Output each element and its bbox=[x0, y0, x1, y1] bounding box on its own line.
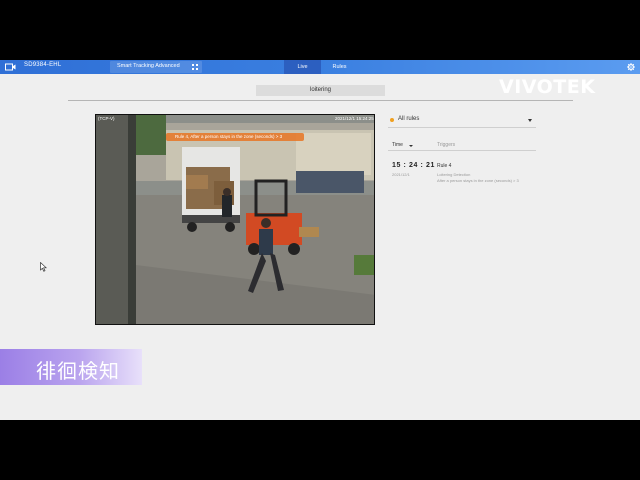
grid-icon bbox=[192, 64, 198, 70]
rule-filter-label: All rules bbox=[398, 116, 420, 122]
tab-rules[interactable]: Rules bbox=[321, 60, 358, 74]
caption-text: 徘徊検知 bbox=[36, 359, 120, 383]
video-timestamp: 2021/12/1 15:24:25 bbox=[335, 116, 374, 121]
event-time: 15 : 24 : 21 bbox=[392, 162, 435, 169]
section-divider bbox=[68, 100, 573, 101]
chevron-down-icon bbox=[528, 119, 532, 122]
app-window: SD9384-EHL Smart Tracking Advanced Live … bbox=[0, 60, 640, 420]
gear-icon[interactable] bbox=[627, 63, 635, 71]
event-rule: Rule 4 bbox=[437, 163, 452, 169]
column-time[interactable]: Time bbox=[392, 142, 403, 148]
brand-logo: VIVOTEK bbox=[499, 76, 596, 98]
app-selector-label: Smart Tracking Advanced bbox=[117, 63, 180, 69]
event-list-header: Time Triggers bbox=[388, 140, 536, 151]
video-frame bbox=[96, 115, 374, 324]
column-triggers: Triggers bbox=[437, 142, 456, 148]
event-date: 2021/12/1 bbox=[392, 172, 410, 177]
rule-overlay-banner: Rule 4, After a person stays in the zone… bbox=[166, 133, 304, 141]
device-model: SD9384-EHL bbox=[24, 62, 62, 68]
top-bar: SD9384-EHL Smart Tracking Advanced Live … bbox=[0, 60, 640, 74]
filter-dot-icon bbox=[390, 118, 394, 122]
camera-icon bbox=[5, 63, 16, 71]
caption-banner: 徘徊検知 bbox=[0, 349, 142, 385]
event-type: Loitering Detection bbox=[437, 172, 471, 177]
stream-label: (TCP-V) bbox=[98, 116, 115, 121]
event-description: After a person stays in the zone (second… bbox=[437, 178, 519, 183]
rule-filter-dropdown[interactable]: All rules bbox=[388, 114, 536, 128]
sort-down-icon[interactable] bbox=[409, 145, 413, 147]
section-tab-loitering[interactable]: loitering bbox=[256, 85, 385, 96]
live-video-view[interactable]: (TCP-V) 2021/12/1 15:24:25 Rule 4, After… bbox=[95, 114, 375, 325]
mouse-cursor-icon bbox=[40, 262, 47, 272]
tab-live[interactable]: Live bbox=[284, 60, 321, 74]
app-selector[interactable]: Smart Tracking Advanced bbox=[110, 61, 202, 73]
